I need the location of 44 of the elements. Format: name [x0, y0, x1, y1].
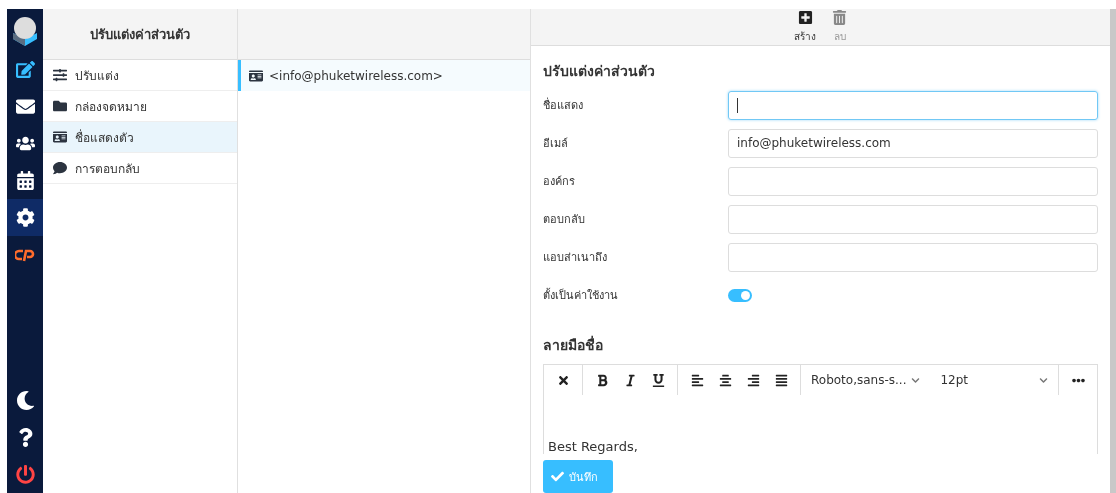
close-icon	[556, 373, 570, 387]
chevron-down-icon	[911, 375, 921, 385]
users-icon	[15, 134, 35, 153]
align-right-icon	[746, 373, 760, 387]
justify-icon	[774, 373, 788, 387]
sliders-icon	[53, 68, 67, 82]
id-card-icon	[53, 130, 67, 144]
id-card-icon	[249, 68, 263, 83]
column-title: ปรับแต่งค่าส่วนตัว	[90, 25, 190, 44]
section-title: ลายมือชื่อ	[543, 334, 604, 355]
folder-icon	[53, 99, 67, 113]
field-label: ชื่อแสดง	[543, 96, 584, 114]
field-label: อีเมล์	[543, 136, 569, 152]
field-label: แอบส่าเนาถึง	[543, 250, 608, 266]
bold-icon	[595, 373, 609, 387]
signature-editor[interactable]: Roboto,sans-s... 12pt Best Regards,	[543, 364, 1098, 454]
cpanel-logo-icon	[15, 247, 35, 262]
create-button[interactable]: สร้าง	[786, 10, 824, 44]
calendar-icon	[15, 171, 35, 190]
font-select[interactable]: Roboto,sans-s...	[807, 373, 925, 387]
moon-icon	[15, 391, 35, 410]
settings-icon	[15, 208, 35, 227]
identity-item[interactable]: <info@phuketwireless.com>	[238, 60, 530, 91]
settings-button[interactable]	[7, 199, 43, 236]
size-select[interactable]: 12pt	[936, 373, 1052, 387]
checkmark-icon	[551, 470, 564, 483]
chevron-down-icon	[1039, 375, 1048, 385]
italic-icon	[623, 373, 637, 387]
power-icon	[15, 465, 35, 484]
field-label: องค์กร	[543, 174, 576, 190]
app-logo-icon	[10, 15, 40, 47]
field-label: ตอบกลับ	[543, 212, 586, 228]
speech-bubble-icon	[53, 161, 67, 175]
input-field[interactable]: info@phuketwireless.com	[728, 128, 1098, 158]
trash-icon	[832, 10, 847, 25]
field-label: ตั้งเป็นค่าใช้งาน	[543, 287, 619, 304]
form-title: ปรับแต่งค่าส่วนตัว	[543, 62, 656, 81]
settings-item[interactable]: ชื่อแสดงตัว	[43, 122, 237, 153]
signature-text: Best Regards,	[548, 439, 638, 454]
align-center-icon	[718, 373, 732, 387]
envelope-icon	[15, 97, 35, 116]
align-left-icon	[690, 373, 704, 387]
toggle-switch[interactable]	[728, 288, 752, 302]
underline-icon	[651, 373, 665, 387]
